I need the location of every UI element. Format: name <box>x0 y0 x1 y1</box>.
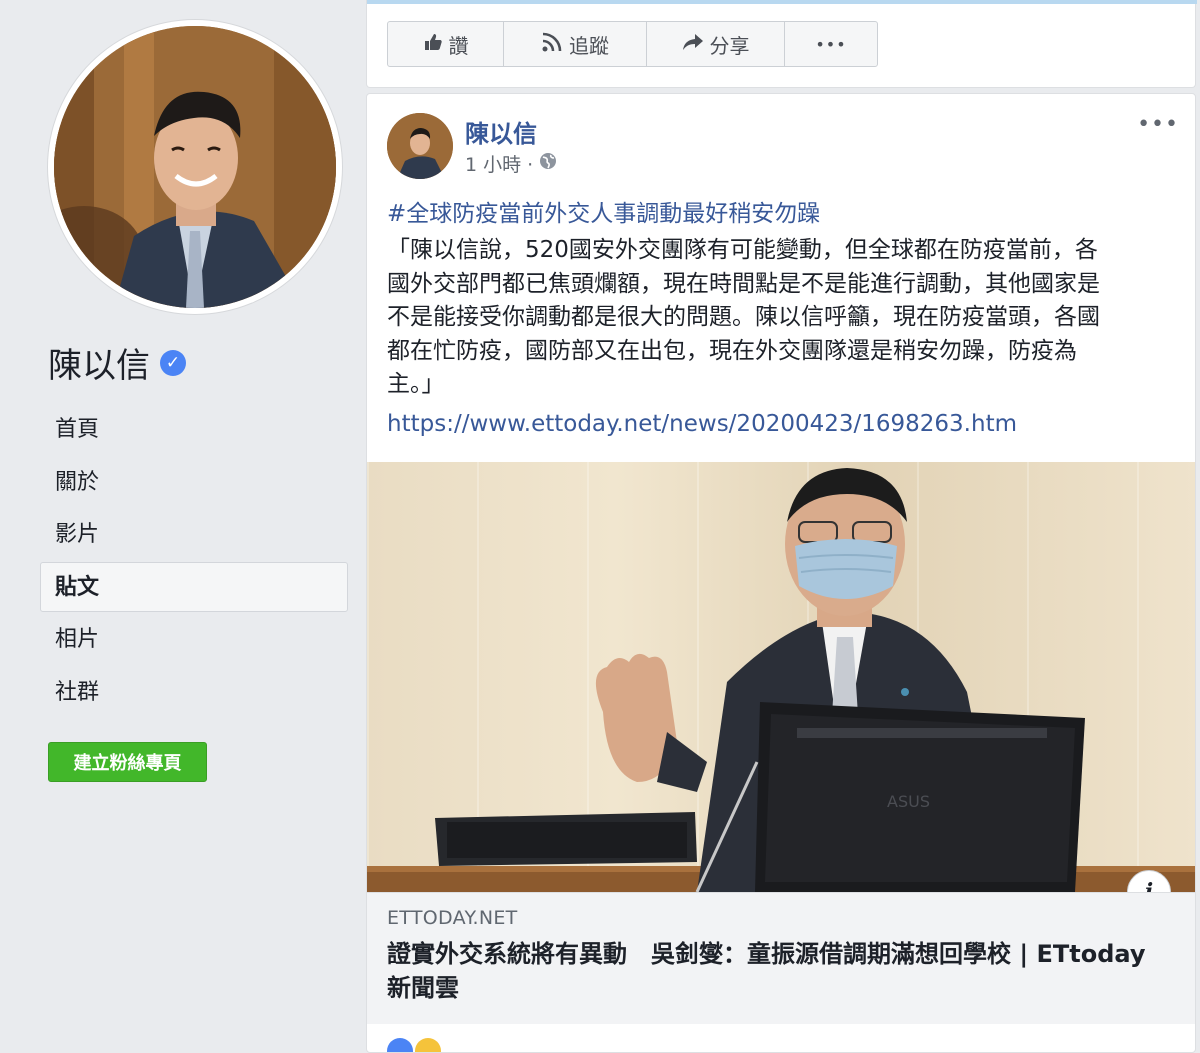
post-text-line: 國外交部門都已焦頭爛額，現在時間點是不是能進行調動，其他國家是 <box>387 270 1100 297</box>
haha-reaction-icon <box>415 1038 441 1052</box>
profile-picture-frame[interactable] <box>48 20 342 314</box>
follow-page-button[interactable]: 追蹤 <box>504 22 647 66</box>
post-text-line: 都在忙防疫，國防部又在出包，現在外交團隊還是稍安勿躁，防疫為 <box>387 337 1077 364</box>
left-sidebar: 陳以信 ✓ 首頁 關於 影片 貼文 相片 社群 建立粉絲專頁 <box>0 0 366 1044</box>
post-text-line: 主。」 <box>387 371 445 397</box>
profile-picture[interactable] <box>54 26 336 308</box>
link-preview-image[interactable]: ASUS <box>367 462 1195 892</box>
nav-item-photos[interactable]: 相片 <box>40 614 348 664</box>
globe-icon <box>539 152 557 175</box>
share-page-button[interactable]: 分享 <box>647 22 785 66</box>
create-page-button[interactable]: 建立粉絲專頁 <box>48 742 207 782</box>
like-page-button[interactable]: 讚 <box>388 22 504 66</box>
page-actions-card: 讚 追蹤 分享 ••• <box>366 0 1197 88</box>
link-domain: ETTODAY.NET <box>387 907 518 929</box>
post-options-button[interactable]: ••• <box>1137 112 1179 137</box>
post-text-line: 「陳以信說，520國安外交團隊有可能變動，但全球都在防疫當前，各 <box>387 237 1098 263</box>
reaction-summary[interactable] <box>387 1038 441 1052</box>
more-dots-icon: ••• <box>815 34 847 54</box>
share-label: 分享 <box>709 33 750 58</box>
post-author-avatar[interactable] <box>387 113 453 179</box>
post-text-line: 不是能接受你調動都是很大的問題。陳以信呼籲，現在防疫當頭，各國 <box>387 304 1100 330</box>
post-text: 「陳以信說，520國安外交團隊有可能變動，但全球都在防疫當前，各 國外交部門都已焦… <box>387 234 1177 402</box>
post-timestamp[interactable]: 1 小時 · <box>465 150 533 177</box>
share-arrow-icon <box>682 32 704 57</box>
rss-icon <box>541 31 563 58</box>
page-nav: 首頁 關於 影片 貼文 相片 社群 <box>40 404 348 719</box>
nav-item-home[interactable]: 首頁 <box>40 404 348 454</box>
post-author-name[interactable]: 陳以信 <box>465 114 537 149</box>
link-title[interactable]: 證實外交系統將有異動 吳釗燮：童振源借調期滿想回學校 | ETtoday新聞雲 <box>387 937 1147 1005</box>
page-name: 陳以信 <box>48 346 150 386</box>
like-label: 讚 <box>448 33 469 58</box>
post-hashtag[interactable]: #全球防疫當前外交人事調動最好稍安勿躁 <box>387 194 820 228</box>
page-action-buttons: 讚 追蹤 分享 ••• <box>387 21 878 67</box>
post-url-link[interactable]: https://www.ettoday.net/news/20200423/16… <box>387 411 1017 437</box>
more-actions-button[interactable]: ••• <box>785 22 877 66</box>
page-name-heading: 陳以信 ✓ <box>48 338 186 387</box>
post-meta: 1 小時 · <box>465 150 557 177</box>
thumbs-up-icon <box>423 32 443 57</box>
nav-item-videos[interactable]: 影片 <box>40 509 348 559</box>
link-preview-caption[interactable]: ETTODAY.NET 證實外交系統將有異動 吳釗燮：童振源借調期滿想回學校 |… <box>367 892 1195 1024</box>
verified-badge-icon: ✓ <box>160 349 186 376</box>
like-reaction-icon <box>387 1038 413 1052</box>
nav-item-posts[interactable]: 貼文 <box>40 561 348 612</box>
follow-label: 追蹤 <box>569 33 609 58</box>
nav-item-community[interactable]: 社群 <box>40 667 348 717</box>
nav-item-about[interactable]: 關於 <box>40 457 348 507</box>
post-card: 陳以信 1 小時 · ••• #全球防疫當前外交人事調動最好稍安勿躁 「陳以信說… <box>366 93 1196 1053</box>
svg-text:ASUS: ASUS <box>887 792 930 811</box>
cover-edge <box>367 0 1197 4</box>
